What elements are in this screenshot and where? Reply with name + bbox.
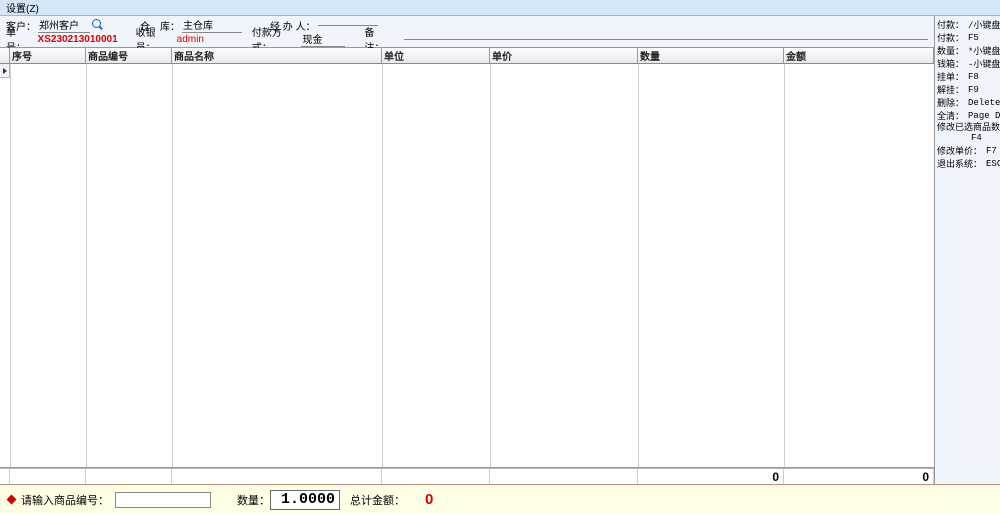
total-amt: 0 — [784, 469, 934, 484]
shortcut-row: 数量：*小键盘 — [937, 44, 998, 57]
current-row-marker-icon — [0, 64, 10, 78]
qty-label: 数量： — [237, 492, 270, 508]
shortcut-row: 删除：Delete — [937, 96, 998, 109]
col-seq[interactable]: 序号 — [10, 48, 86, 63]
warehouse-value[interactable]: 主仓库 — [182, 17, 242, 33]
menu-settings[interactable]: 设置(Z) — [6, 0, 39, 15]
col-amt[interactable]: 金额 — [784, 48, 934, 63]
col-unit[interactable]: 单位 — [382, 48, 490, 63]
customer-value[interactable]: 郑州客户 — [38, 17, 90, 33]
note-value[interactable] — [404, 39, 928, 40]
total-amt-value: 0 — [425, 491, 433, 508]
orderno-value: XS230213010001 — [37, 34, 117, 45]
col-rowhead — [0, 48, 10, 63]
diamond-icon — [7, 495, 17, 505]
prompt-label: 请输入商品编号： — [21, 492, 109, 508]
shortcut-row: 付款：/小键盘 — [937, 18, 998, 31]
table-body[interactable] — [0, 64, 934, 468]
table-header: 序号 商品编号 商品名称 单位 单价 数量 金额 — [0, 48, 934, 64]
shortcut-row: 修改已选商品数量：F4 — [937, 122, 998, 144]
col-price[interactable]: 单价 — [490, 48, 638, 63]
shortcut-row: 退出系统：ESC — [937, 157, 998, 170]
totals-row: 0 0 — [0, 468, 934, 484]
shortcut-row: 挂单：F8 — [937, 70, 998, 83]
bottom-bar: 请输入商品编号： 数量： 1.0000 总计金额： 0 — [0, 484, 1000, 514]
product-code-input[interactable] — [115, 492, 211, 508]
menubar: 设置(Z) — [0, 0, 1000, 16]
shortcut-panel: 付款：/小键盘付款：F5数量：*小键盘钱箱：-小键盘挂单：F8解挂：F9删除：D… — [935, 16, 1000, 484]
col-code[interactable]: 商品编号 — [86, 48, 172, 63]
qty-input[interactable]: 1.0000 — [270, 490, 340, 510]
left-column: 客户： 郑州客户 仓 库： 主仓库 经 办 人： 单号： XS230213010… — [0, 16, 935, 484]
total-qty: 0 — [638, 469, 784, 484]
shortcut-row: 解挂：F9 — [937, 83, 998, 96]
shortcut-row: 修改单价：F7 — [937, 144, 998, 157]
col-name[interactable]: 商品名称 — [172, 48, 382, 63]
header-form: 客户： 郑州客户 仓 库： 主仓库 经 办 人： 单号： XS230213010… — [0, 16, 934, 48]
cashier-value: admin — [176, 34, 233, 45]
shortcut-row: 全清：Page Down — [937, 109, 998, 122]
paytype-value[interactable]: 现金 — [301, 31, 345, 47]
col-qty[interactable]: 数量 — [638, 48, 784, 63]
shortcut-row: 付款：F5 — [937, 31, 998, 44]
shortcut-row: 钱箱：-小键盘 — [937, 57, 998, 70]
total-amt-label: 总计金额： — [350, 492, 405, 508]
search-icon[interactable] — [92, 19, 104, 31]
main-area: 客户： 郑州客户 仓 库： 主仓库 经 办 人： 单号： XS230213010… — [0, 16, 1000, 484]
